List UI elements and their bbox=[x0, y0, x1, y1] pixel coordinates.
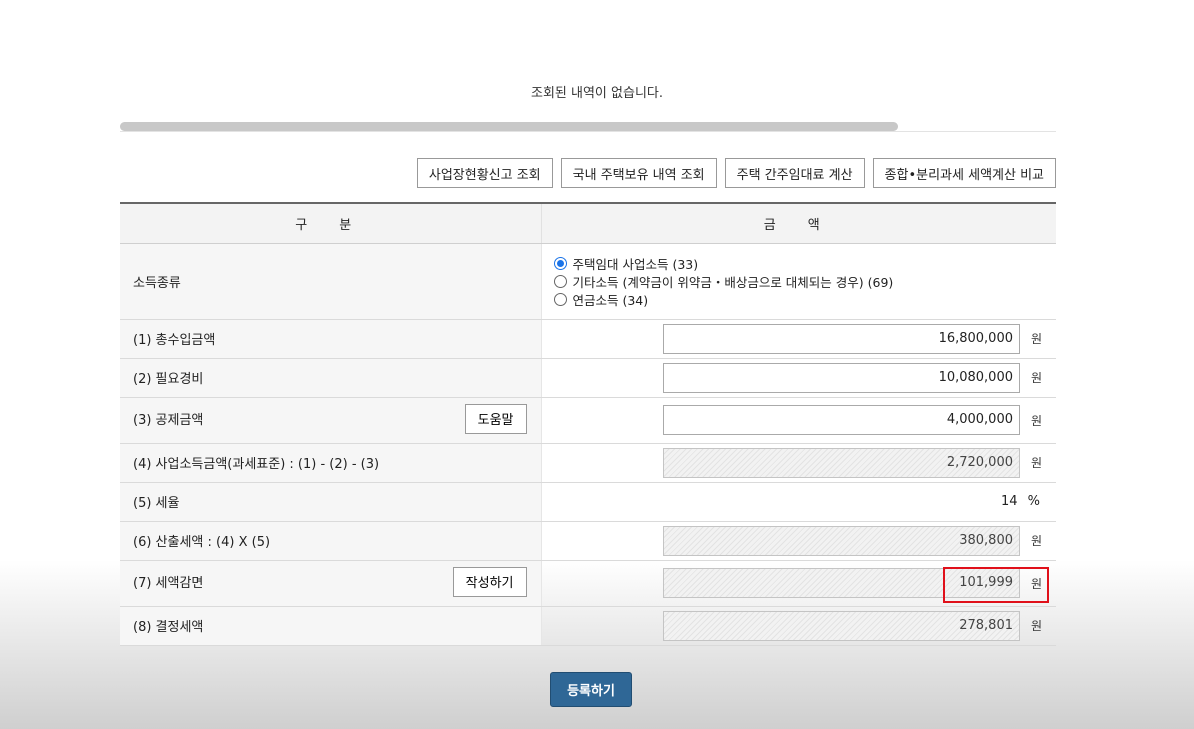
register-button[interactable]: 등록하기 bbox=[550, 672, 632, 707]
tax-form-table: 구 분 금 액 소득종류 주택임대 사업소득 (33) 기타소득 (계약금이 위… bbox=[120, 202, 1056, 646]
horizontal-scrollbar[interactable] bbox=[120, 120, 1056, 132]
tax-reduction-row: (7) 세액감면 작성하기 101,999 원 bbox=[120, 560, 1056, 607]
unit-label: 원 bbox=[1030, 619, 1042, 633]
radio-option-label: 연금소득 (34) bbox=[572, 292, 649, 308]
no-result-message: 조회된 내역이 없습니다. bbox=[531, 86, 663, 101]
total-income-label: (1) 총수입금액 bbox=[120, 319, 542, 359]
income-type-label: 소득종류 bbox=[120, 243, 542, 320]
business-report-inquiry-button[interactable]: 사업장현황신고 조회 bbox=[416, 158, 553, 188]
radio-unselected-icon[interactable] bbox=[553, 292, 567, 306]
header-category: 구 분 bbox=[120, 202, 542, 244]
calculated-tax-readonly: 380,800 bbox=[663, 525, 1020, 556]
write-button[interactable]: 작성하기 bbox=[452, 566, 527, 597]
determined-tax-readonly: 278,801 bbox=[663, 610, 1020, 641]
header-amount: 금 액 bbox=[541, 202, 1056, 244]
radio-unselected-icon[interactable] bbox=[553, 274, 567, 288]
deduction-row: (3) 공제금액 도움말 4,000,000 원 bbox=[120, 397, 1056, 444]
expenses-row: (2) 필요경비 10,080,000 원 bbox=[120, 358, 1056, 398]
business-income-readonly: 2,720,000 bbox=[663, 447, 1020, 478]
tax-reduction-highlight-box bbox=[943, 567, 1049, 603]
domestic-housing-inquiry-button[interactable]: 국내 주택보유 내역 조회 bbox=[560, 158, 717, 188]
business-income-row: (4) 사업소득금액(과세표준) : (1) - (2) - (3) 2,720… bbox=[120, 443, 1056, 483]
determined-tax-label: (8) 결정세액 bbox=[120, 606, 542, 646]
business-income-label: (4) 사업소득금액(과세표준) : (1) - (2) - (3) bbox=[120, 443, 542, 483]
radio-option-pension-income[interactable]: 연금소득 (34) bbox=[553, 290, 1057, 308]
tax-rate-value: 14 bbox=[1000, 494, 1018, 509]
help-button[interactable]: 도움말 bbox=[464, 403, 527, 434]
determined-tax-row: (8) 결정세액 278,801 원 bbox=[120, 606, 1056, 646]
unit-label: 원 bbox=[1030, 534, 1042, 548]
total-income-input[interactable]: 16,800,000 bbox=[663, 323, 1020, 354]
tax-comparison-button[interactable]: 종합•분리과세 세액계산 비교 bbox=[872, 158, 1056, 188]
tax-rate-row: (5) 세율 14 % bbox=[120, 482, 1056, 522]
expenses-input[interactable]: 10,080,000 bbox=[663, 362, 1020, 393]
unit-label: 원 bbox=[1030, 371, 1042, 385]
calculated-tax-row: (6) 산출세액 : (4) X (5) 380,800 원 bbox=[120, 521, 1056, 561]
radio-option-label: 주택임대 사업소득 (33) bbox=[572, 256, 699, 272]
radio-option-housing-rental[interactable]: 주택임대 사업소득 (33) bbox=[553, 254, 1057, 272]
tax-rate-label: (5) 세율 bbox=[120, 482, 542, 522]
unit-label: 원 bbox=[1030, 332, 1042, 346]
radio-option-label: 기타소득 (계약금이 위약금・배상금으로 대체되는 경우) (69) bbox=[572, 274, 894, 290]
scrollbar-thumb[interactable] bbox=[120, 122, 898, 131]
radio-selected-icon[interactable] bbox=[553, 256, 567, 270]
unit-label: 원 bbox=[1030, 456, 1042, 470]
tax-reduction-label: (7) 세액감면 bbox=[133, 575, 204, 591]
deduction-input[interactable]: 4,000,000 bbox=[663, 405, 1020, 435]
calculated-tax-label: (6) 산출세액 : (4) X (5) bbox=[120, 521, 542, 561]
toolbar: 사업장현황신고 조회 국내 주택보유 내역 조회 주택 간주임대료 계산 종합•… bbox=[416, 158, 1056, 188]
percent-unit: % bbox=[1027, 494, 1040, 509]
total-income-row: (1) 총수입금액 16,800,000 원 bbox=[120, 319, 1056, 359]
deduction-label: (3) 공제금액 bbox=[133, 412, 204, 428]
income-type-row: 소득종류 주택임대 사업소득 (33) 기타소득 (계약금이 위약금・배상금으로… bbox=[120, 243, 1057, 320]
deemed-rent-calc-button[interactable]: 주택 간주임대료 계산 bbox=[724, 158, 865, 188]
radio-option-other-income[interactable]: 기타소득 (계약금이 위약금・배상금으로 대체되는 경우) (69) bbox=[553, 272, 1057, 290]
income-type-radio-group: 주택임대 사업소득 (33) 기타소득 (계약금이 위약금・배상금으로 대체되는… bbox=[542, 254, 1057, 308]
expenses-label: (2) 필요경비 bbox=[120, 358, 542, 398]
unit-label: 원 bbox=[1030, 413, 1042, 428]
